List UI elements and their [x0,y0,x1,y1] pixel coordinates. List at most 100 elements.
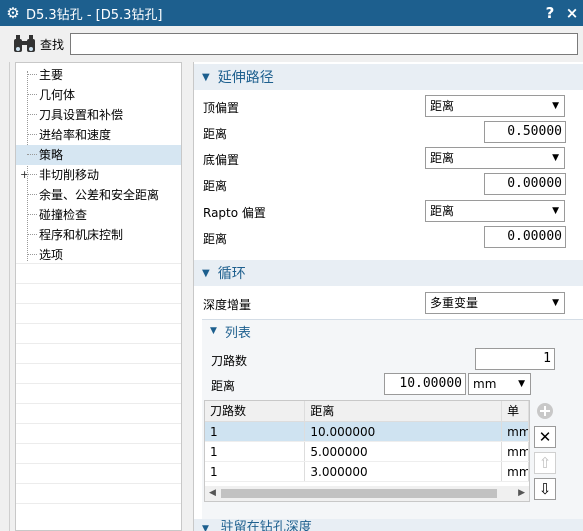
rapto-distance-input[interactable]: 0.00000 [484,226,566,248]
nav-item-label: 几何体 [39,88,76,102]
nav-item-stock-tolerance[interactable]: 余量、公差和安全距离 [16,185,181,205]
nav-item-label: 进给率和速度 [39,128,112,142]
search-bar: 查找 [0,26,583,62]
nav-item-label: 余量、公差和安全距离 [39,188,160,202]
cycle-header[interactable]: ▼ 循环 [194,260,583,286]
tree-connector [27,145,37,155]
nav-item-label: 非切削移动 [39,168,100,182]
gear-icon[interactable]: ⚙ [0,4,26,22]
tree-connector [27,85,37,95]
nav-item-feeds-speeds[interactable]: 进给率和速度 [16,125,181,145]
bottom-offset-select[interactable]: 距离 ▼ [425,147,565,169]
nav-item-label: 刀具设置和补偿 [39,108,124,122]
dwell-section-title: 驻留在钻孔深度 [220,520,312,531]
list-distance-input[interactable]: 10.00000 [384,373,466,395]
list-distance-label: 距离 [211,379,236,393]
collapse-icon[interactable]: ▼ [210,326,217,336]
unit-select-value: mm [473,377,497,391]
collapse-icon[interactable]: ▼ [202,72,210,83]
list-title: 列表 [224,325,251,341]
move-up-icon: ⇧ [538,454,552,472]
delete-row-button[interactable]: ✕ [534,426,556,448]
nav-item-label: 选项 [39,248,64,262]
passes-label: 刀路数 [211,354,248,368]
chevron-down-icon: ▼ [552,298,559,308]
top-offset-label: 顶偏置 [203,101,240,115]
chevron-down-icon: ▼ [518,379,525,389]
scroll-left-icon[interactable]: ◀ [209,486,216,501]
list-header[interactable]: ▼ 列表 [202,320,583,342]
bottom-distance-label: 距离 [203,179,228,193]
nav-item-non-cutting-moves[interactable]: + 非切削移动 [16,165,181,185]
table-header: 刀路数 距离 单 [205,401,529,422]
nav-item-program-machine-control[interactable]: 程序和机床控制 [16,225,181,245]
nav-item-tool-settings[interactable]: 刀具设置和补偿 [16,105,181,125]
column-header-distance[interactable]: 距离 [305,401,503,421]
scrollbar-thumb[interactable] [221,489,497,498]
move-up-button[interactable]: ⇧ [534,452,556,474]
horizontal-scrollbar[interactable]: ◀ ▶ [205,486,529,501]
top-offset-select[interactable]: 距离 ▼ [425,95,565,117]
nav-item-options[interactable]: 选项 [16,245,181,265]
nav-item-geometry[interactable]: 几何体 [16,85,181,105]
top-distance-label: 距离 [203,127,228,141]
nav-item-collision-check[interactable]: 碰撞检查 [16,205,181,225]
move-down-icon: ⇩ [538,480,552,498]
table-row[interactable]: 1 5.000000 mm [205,442,529,462]
unit-select[interactable]: mm ▼ [468,373,531,395]
tree-connector [27,165,37,175]
cell-distance: 3.000000 [305,462,503,481]
collapse-icon[interactable]: ▼ [202,268,210,279]
depth-increment-select[interactable]: 多重变量 ▼ [425,292,565,314]
binoculars-icon [14,35,35,52]
cell-unit: mm [502,422,529,441]
rapto-offset-label: Rapto 偏置 [203,206,266,220]
nav-item-label: 策略 [39,148,64,162]
nav-item-label: 碰撞检查 [39,208,88,222]
nav-item-label: 主要 [39,68,64,82]
extend-path-header[interactable]: ▼ 延伸路径 [194,64,583,90]
table-row[interactable]: 1 10.000000 mm [205,422,529,442]
cycle-title: 循环 [217,266,246,282]
scroll-right-icon[interactable]: ▶ [518,486,525,501]
cell-passes: 1 [205,422,306,441]
tree-connector [27,125,37,135]
top-offset-select-value: 距离 [430,99,455,113]
tree-connector [27,245,37,255]
cell-distance: 10.000000 [305,422,503,441]
bottom-distance-input[interactable]: 0.00000 [484,173,566,195]
chevron-down-icon: ▼ [552,153,559,163]
chevron-down-icon: ▼ [552,101,559,111]
nav-item-strategy[interactable]: 策略 [16,145,181,165]
nav-item-label: 程序和机床控制 [39,228,124,242]
delete-icon: ✕ [538,428,552,446]
table-row[interactable]: 1 3.000000 mm [205,462,529,482]
depth-increment-select-value: 多重变量 [430,296,479,310]
search-input[interactable] [70,33,579,55]
dwell-section-header[interactable]: ▼ 驻留在钻孔深度 [194,519,583,531]
title-bar: ⚙ D5.3钻孔 - [D5.3钻孔] ? × [0,0,583,26]
window-title: D5.3钻孔 - [D5.3钻孔] [26,7,163,23]
cell-unit: mm [502,462,529,481]
column-header-passes[interactable]: 刀路数 [205,401,306,421]
cell-passes: 1 [205,442,306,461]
left-strip [0,62,10,531]
nav-item-main[interactable]: 主要 [16,65,181,85]
column-header-unit[interactable]: 单 [502,401,529,421]
add-row-button[interactable] [534,400,556,422]
extend-path-title: 延伸路径 [217,70,274,86]
empty-rows [16,263,181,523]
passes-input[interactable]: 1 [475,348,555,370]
passes-table: 刀路数 距离 单 1 10.000000 mm 1 5.000000 mm 1 … [204,400,530,502]
cell-distance: 5.000000 [305,442,503,461]
close-button[interactable]: × [561,4,583,22]
add-icon [537,403,553,419]
nav-item-list: 主要 几何体 刀具设置和补偿 进给率和速度 策略 + 非切削移动 余量、公差和安全… [16,65,181,265]
cell-unit: mm [502,442,529,461]
move-down-button[interactable]: ⇩ [534,478,556,500]
settings-panel: ▼ 延伸路径 顶偏置 距离 ▼ 距离 0.50000 底偏置 距离 ▼ 距离 0… [193,62,583,531]
help-button[interactable]: ? [539,4,561,22]
collapse-icon[interactable]: ▼ [202,524,209,531]
rapto-offset-select[interactable]: 距离 ▼ [425,200,565,222]
top-distance-input[interactable]: 0.50000 [484,121,566,143]
